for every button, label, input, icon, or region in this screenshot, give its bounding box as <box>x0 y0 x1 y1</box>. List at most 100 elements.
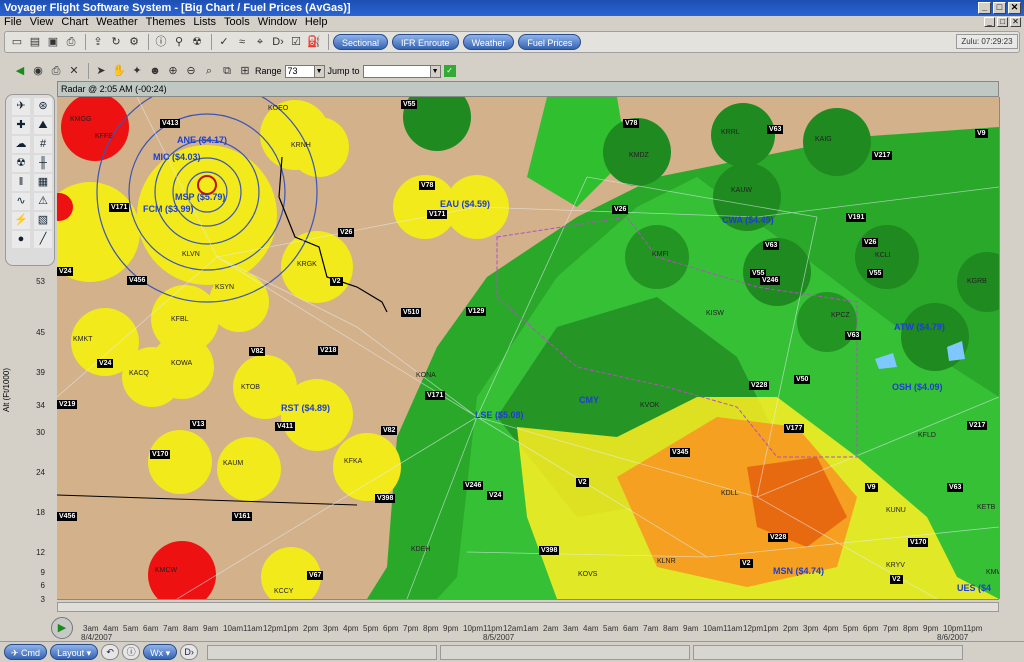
menu-chart[interactable]: Chart <box>57 16 92 29</box>
station-label[interactable]: KRGK <box>297 260 317 269</box>
time-scrubber[interactable]: 3am 4am 5am 6am 7am 8am 9am 10am 11am 12… <box>57 599 999 642</box>
station-label[interactable]: KONA <box>416 371 436 380</box>
fuel-icon[interactable]: ⛽ <box>306 34 322 50</box>
zoom-in-icon[interactable]: ⊕ <box>165 63 181 79</box>
info-icon[interactable]: ⓘ <box>153 34 169 50</box>
checkmark-icon[interactable]: ✓ <box>216 34 232 50</box>
station-label[interactable]: KSYN <box>215 283 234 292</box>
mdi-restore-button[interactable]: □ <box>997 17 1008 27</box>
range-select[interactable]: 73 ▼ <box>284 64 325 78</box>
pin-icon[interactable]: ✦ <box>129 63 145 79</box>
station-label[interactable]: KDLL <box>721 489 739 498</box>
station-label[interactable]: KETB <box>977 503 995 512</box>
route-line-icon[interactable]: ∿ <box>12 193 30 210</box>
back-icon[interactable]: ◀ <box>12 63 28 79</box>
station-label[interactable]: KMCW <box>155 566 177 575</box>
new-icon[interactable]: ▭ <box>9 34 25 50</box>
lightning-icon[interactable]: ⚡ <box>12 212 30 229</box>
jump-to-select[interactable]: ▼ <box>362 64 441 78</box>
airport-fuel-label[interactable]: MSN ($4.74) <box>773 566 824 577</box>
airport-fuel-label[interactable]: MSP ($5.79) <box>175 192 225 203</box>
airport-fuel-label[interactable]: CMY <box>579 395 599 406</box>
chart-icon[interactable]: ▦ <box>34 174 52 191</box>
airport-fuel-label[interactable]: UES ($4 <box>957 583 991 594</box>
copy-icon[interactable]: ⧉ <box>219 63 235 79</box>
menu-window[interactable]: Window <box>254 16 301 29</box>
airport-fuel-label[interactable]: LSE ($5.08) <box>475 410 524 421</box>
station-label[interactable]: KFLD <box>918 431 936 440</box>
station-label[interactable]: KUNU <box>886 506 906 515</box>
direct-to-icon[interactable]: D› <box>270 34 286 50</box>
station-label[interactable]: KISW <box>706 309 724 318</box>
cmd-button[interactable]: ✈ Cmd <box>4 644 48 660</box>
airport-fuel-label[interactable]: CWA ($4.49) <box>722 215 774 226</box>
airspace-icon[interactable]: ‖ <box>12 174 30 191</box>
maximize-button[interactable]: □ <box>993 2 1006 14</box>
grid-icon[interactable]: # <box>34 136 52 153</box>
go-button[interactable]: ✓ <box>443 65 456 77</box>
station-label[interactable]: KLNR <box>657 557 676 566</box>
airport-fuel-label[interactable]: ATW ($4.79) <box>894 322 945 333</box>
station-label[interactable]: KPCZ <box>831 311 850 320</box>
warning-icon[interactable]: ⚠ <box>34 193 52 210</box>
station-label[interactable]: KMKT <box>73 335 92 344</box>
runway-icon[interactable]: ╫ <box>34 155 52 172</box>
menu-help[interactable]: Help <box>301 16 332 29</box>
cloud-icon[interactable]: ☁ <box>12 136 30 153</box>
chevron-down-icon[interactable]: ▼ <box>313 65 324 77</box>
import-icon[interactable]: ⇪ <box>90 34 106 50</box>
station-label[interactable]: KLVN <box>182 250 200 259</box>
print-map-icon[interactable]: ⎙ <box>48 63 64 79</box>
station-label[interactable]: KRYV <box>886 561 905 570</box>
info-icon[interactable]: ⓘ <box>122 644 141 660</box>
ifr-enroute-button[interactable]: IFR Enroute <box>392 34 459 50</box>
station-label[interactable]: KAUM <box>223 459 243 468</box>
station-label[interactable]: KMDZ <box>629 151 649 160</box>
print-icon[interactable]: ⎙ <box>63 34 79 50</box>
station-label[interactable]: KFBL <box>171 315 189 324</box>
mdi-minimize-button[interactable]: _ <box>984 17 995 27</box>
save-icon[interactable]: ▣ <box>45 34 61 50</box>
center-icon[interactable]: ◉ <box>30 63 46 79</box>
fuel-prices-button[interactable]: Fuel Prices <box>518 34 582 50</box>
station-label[interactable]: KMGG <box>70 115 91 124</box>
weather-button[interactable]: Weather <box>462 34 515 50</box>
pointer-icon[interactable]: ➤ <box>93 63 109 79</box>
mdi-close-button[interactable]: ✕ <box>1010 17 1021 27</box>
station-label[interactable]: KFFE <box>95 132 113 141</box>
menu-themes[interactable]: Themes <box>142 16 190 29</box>
refresh-icon[interactable]: ↻ <box>108 34 124 50</box>
chevron-down-icon[interactable]: ▼ <box>429 65 440 77</box>
nav-icon[interactable]: ⌖ <box>252 34 268 50</box>
settings-icon[interactable]: ⚙ <box>126 34 142 50</box>
vor-icon[interactable]: ⊛ <box>34 98 52 115</box>
menu-tools[interactable]: Tools <box>220 16 254 29</box>
station-label[interactable]: KDEH <box>411 545 430 554</box>
radar-icon[interactable]: ☢ <box>12 155 30 172</box>
station-label[interactable]: KCCY <box>274 587 293 596</box>
station-label[interactable]: KRRL <box>721 128 740 137</box>
timeline-track[interactable] <box>57 602 999 612</box>
airport-fuel-label[interactable]: EAU ($4.59) <box>440 199 490 210</box>
airport-fuel-label[interactable]: RST ($4.89) <box>281 403 330 414</box>
route-icon[interactable]: ≈ <box>234 34 250 50</box>
station-label[interactable]: KMW <box>986 568 999 577</box>
direct-to-icon[interactable]: D› <box>180 644 199 660</box>
zoom-box-icon[interactable]: ⌕ <box>201 63 217 79</box>
airport-icon[interactable]: ✚ <box>12 117 30 134</box>
airplane-icon[interactable]: ✈ <box>12 98 30 115</box>
undo-icon[interactable]: ↶ <box>101 644 120 660</box>
airport-fuel-label[interactable]: OSH ($4.09) <box>892 382 943 393</box>
airport-fuel-label[interactable]: FCM ($3.99) <box>143 204 194 215</box>
terrain-icon[interactable]: ⛰ <box>34 117 52 134</box>
sectional-button[interactable]: Sectional <box>333 34 389 50</box>
clear-icon[interactable]: ✕ <box>66 63 82 79</box>
open-icon[interactable]: ▤ <box>27 34 43 50</box>
wx-button[interactable]: Wx ▾ <box>143 644 178 660</box>
minimize-button[interactable]: _ <box>978 2 991 14</box>
close-button[interactable]: ✕ <box>1008 2 1021 14</box>
globe-icon[interactable]: ● <box>12 231 30 248</box>
station-label[interactable]: KOEO <box>268 104 288 113</box>
station-label[interactable]: KCLI <box>875 251 891 260</box>
palette-icon[interactable]: ▧ <box>34 212 52 229</box>
